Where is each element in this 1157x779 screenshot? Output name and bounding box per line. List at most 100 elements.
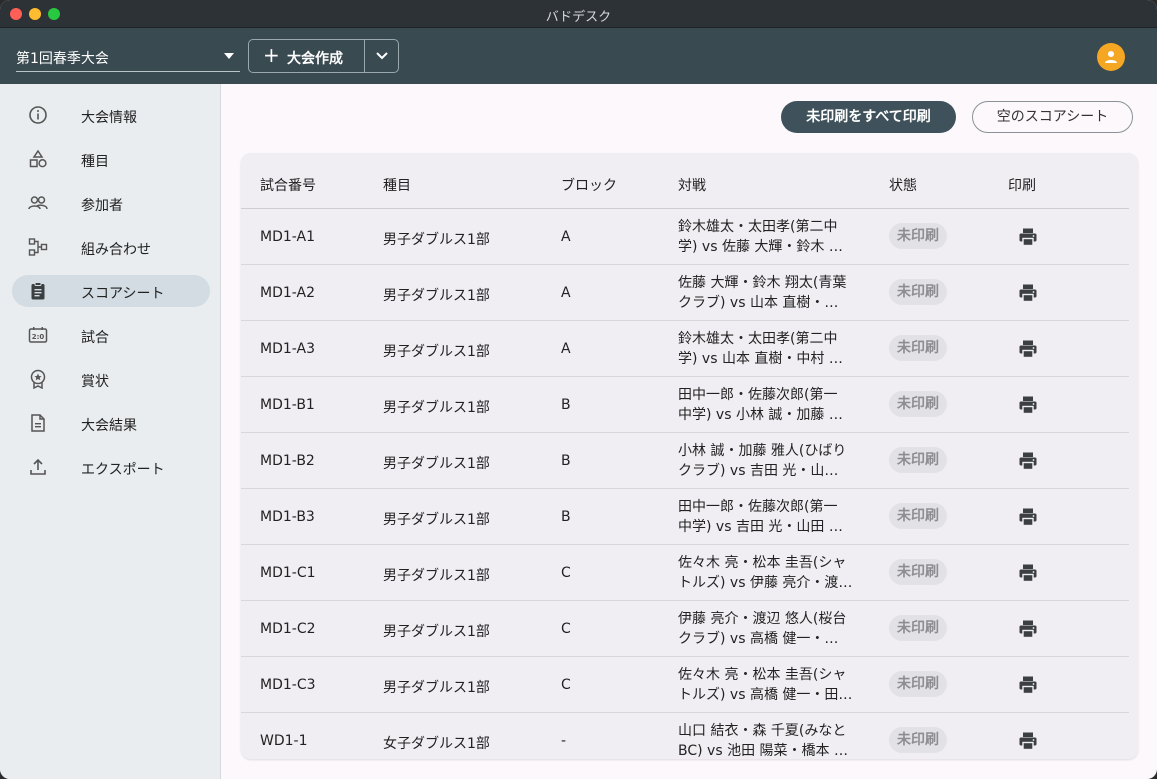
sidebar-item-label: 種目 bbox=[81, 154, 109, 170]
blank-score-sheet-button[interactable]: 空のスコアシート bbox=[972, 101, 1133, 133]
event-name: 男子ダブルス1部 bbox=[383, 344, 490, 360]
match-players-line: クラブ) vs 高橋 健一・… bbox=[678, 631, 839, 647]
shapes-icon bbox=[29, 149, 47, 168]
match-players: 田中一郎・佐藤次郎(第一 中学) vs 吉田 光・山田 … bbox=[678, 497, 868, 537]
table-row[interactable]: WD1-1 女子ダブルス1部 - 山口 結衣・森 千夏(みなと BC) vs 池田 陽菜… bbox=[241, 713, 1129, 759]
printer-icon bbox=[1017, 508, 1039, 532]
table-row[interactable]: MD1-C3 男子ダブルス1部 C 佐々木 亮・松本 圭吾(シャ トルズ) vs 高橋 … bbox=[241, 657, 1129, 713]
sidebar-item-tournament-info[interactable]: 大会情報 bbox=[12, 99, 210, 131]
tournament-select[interactable]: 第1回春季大会 bbox=[16, 42, 240, 72]
print-button[interactable] bbox=[1017, 618, 1039, 640]
match-players-line: 中学) vs 小林 誠・加藤 … bbox=[678, 407, 843, 423]
sidebar-item-awards[interactable]: 賞状 bbox=[12, 363, 210, 395]
sidebar-item-score-sheets[interactable]: スコアシート bbox=[12, 275, 210, 307]
printer-icon bbox=[1017, 340, 1039, 364]
match-players: 佐々木 亮・松本 圭吾(シャ トルズ) vs 伊藤 亮介・渡… bbox=[678, 553, 868, 593]
match-players-line: 学) vs 山本 直樹・中村 … bbox=[678, 351, 843, 367]
person-icon bbox=[1105, 51, 1117, 63]
match-players-line: 田中一郎・佐藤次郎(第一 bbox=[678, 499, 838, 515]
match-players-line: クラブ) vs 山本 直樹・… bbox=[678, 295, 839, 311]
printer-icon bbox=[1017, 452, 1039, 476]
scoreboard-icon: 2:0 bbox=[28, 327, 48, 343]
printer-icon bbox=[1017, 396, 1039, 420]
sidebar-item-label: 試合 bbox=[81, 330, 109, 346]
match-id: MD1-C1 bbox=[260, 565, 316, 581]
status-badge: 未印刷 bbox=[889, 279, 947, 305]
app-window: バドデスク 第1回春季大会 + 大会作成 大会情報 種目 参加者 組み合わせ ス… bbox=[0, 0, 1157, 779]
window-title: バドデスク bbox=[545, 10, 612, 25]
create-tournament-button[interactable]: + 大会作成 bbox=[249, 40, 364, 72]
chevron-down-icon bbox=[376, 52, 388, 60]
table-row[interactable]: MD1-A2 男子ダブルス1部 A 佐藤 大輝・鈴木 翔太(青葉 クラブ) vs 山本 … bbox=[241, 265, 1129, 321]
sidebar-item-events[interactable]: 種目 bbox=[12, 143, 210, 175]
event-name: 男子ダブルス1部 bbox=[383, 680, 490, 696]
table-row[interactable]: MD1-B3 男子ダブルス1部 B 田中一郎・佐藤次郎(第一 中学) vs 吉田 光・山… bbox=[241, 489, 1129, 545]
match-id: MD1-A1 bbox=[260, 229, 315, 245]
match-id: WD1-1 bbox=[260, 733, 308, 749]
print-button[interactable] bbox=[1017, 506, 1039, 528]
match-players-line: 山口 結衣・森 千夏(みなと bbox=[678, 723, 847, 739]
table-row[interactable]: MD1-C2 男子ダブルス1部 C 伊藤 亮介・渡辺 悠人(桜台 クラブ) vs 高橋 … bbox=[241, 601, 1129, 657]
match-players-line: 鈴木雄太・太田孝(第二中 bbox=[678, 331, 838, 347]
block-name: C bbox=[561, 565, 571, 581]
table-row[interactable]: MD1-A3 男子ダブルス1部 A 鈴木雄太・太田孝(第二中 学) vs 山本 直樹・中… bbox=[241, 321, 1129, 377]
event-name: 男子ダブルス1部 bbox=[383, 232, 490, 248]
column-header-status: 状態 bbox=[889, 178, 917, 194]
app-bar: 第1回春季大会 + 大会作成 bbox=[0, 28, 1157, 84]
sidebar-item-participants[interactable]: 参加者 bbox=[12, 187, 210, 219]
match-players-line: 小林 誠・加藤 雅人(ひばり bbox=[678, 443, 847, 459]
table-row[interactable]: MD1-B1 男子ダブルス1部 B 田中一郎・佐藤次郎(第一 中学) vs 小林 誠・加… bbox=[241, 377, 1129, 433]
column-header-block: ブロック bbox=[561, 178, 617, 194]
table-row[interactable]: MD1-B2 男子ダブルス1部 B 小林 誠・加藤 雅人(ひばり クラブ) vs 吉田 … bbox=[241, 433, 1129, 489]
status-badge: 未印刷 bbox=[889, 335, 947, 361]
event-name: 女子ダブルス1部 bbox=[383, 736, 490, 752]
match-players: 小林 誠・加藤 雅人(ひばり クラブ) vs 吉田 光・山… bbox=[678, 441, 868, 481]
status-badge: 未印刷 bbox=[889, 559, 947, 585]
match-players-line: トルズ) vs 伊藤 亮介・渡… bbox=[678, 575, 853, 591]
block-name: B bbox=[561, 453, 571, 469]
title-bar: バドデスク bbox=[0, 0, 1157, 28]
event-name: 男子ダブルス1部 bbox=[383, 624, 490, 640]
match-id: MD1-B2 bbox=[260, 453, 315, 469]
sidebar-item-results[interactable]: 大会結果 bbox=[12, 407, 210, 439]
table-row[interactable]: MD1-C1 男子ダブルス1部 C 佐々木 亮・松本 圭吾(シャ トルズ) vs 伊藤 … bbox=[241, 545, 1129, 601]
create-options-button[interactable] bbox=[365, 40, 399, 72]
match-players: 田中一郎・佐藤次郎(第一 中学) vs 小林 誠・加藤 … bbox=[678, 385, 868, 425]
match-players-line: BC) vs 池田 陽菜・橋本 … bbox=[678, 743, 848, 759]
sidebar-item-matches[interactable]: 2:0 試合 bbox=[12, 319, 210, 351]
print-button[interactable] bbox=[1017, 674, 1039, 696]
user-avatar-button[interactable] bbox=[1097, 43, 1125, 71]
sidebar-item-label: 賞状 bbox=[81, 374, 109, 390]
printer-icon bbox=[1017, 228, 1039, 252]
match-id: MD1-C3 bbox=[260, 677, 316, 693]
block-name: C bbox=[561, 621, 571, 637]
sidebar-item-label: 大会情報 bbox=[81, 110, 137, 126]
printer-icon bbox=[1017, 620, 1039, 644]
print-button[interactable] bbox=[1017, 338, 1039, 360]
table-row[interactable]: MD1-A1 男子ダブルス1部 A 鈴木雄太・太田孝(第二中 学) vs 佐藤 大輝・鈴… bbox=[241, 209, 1129, 265]
print-button[interactable] bbox=[1017, 282, 1039, 304]
match-players: 伊藤 亮介・渡辺 悠人(桜台 クラブ) vs 高橋 健一・… bbox=[678, 609, 868, 649]
sidebar-item-label: スコアシート bbox=[81, 286, 165, 302]
block-name: A bbox=[561, 285, 571, 301]
document-icon bbox=[31, 414, 45, 432]
match-players: 佐々木 亮・松本 圭吾(シャ トルズ) vs 高橋 健一・田… bbox=[678, 665, 868, 705]
print-button[interactable] bbox=[1017, 562, 1039, 584]
printer-icon bbox=[1017, 732, 1039, 756]
block-name: C bbox=[561, 677, 571, 693]
block-name: - bbox=[561, 733, 567, 749]
match-players-line: 学) vs 佐藤 大輝・鈴木 … bbox=[678, 239, 843, 255]
event-name: 男子ダブルス1部 bbox=[383, 512, 490, 528]
match-id: MD1-B1 bbox=[260, 397, 315, 413]
sidebar-item-export[interactable]: エクスポート bbox=[12, 451, 210, 483]
match-id: MD1-A2 bbox=[260, 285, 315, 301]
print-button[interactable] bbox=[1017, 450, 1039, 472]
print-button[interactable] bbox=[1017, 730, 1039, 752]
export-icon bbox=[30, 458, 46, 475]
sidebar-item-draw[interactable]: 組み合わせ bbox=[12, 231, 210, 263]
sidebar: 大会情報 種目 参加者 組み合わせ スコアシート 2:0 試合 賞状 大会結果 bbox=[0, 84, 221, 779]
status-badge: 未印刷 bbox=[889, 727, 947, 753]
print-button[interactable] bbox=[1017, 394, 1039, 416]
print-button[interactable] bbox=[1017, 226, 1039, 248]
print-all-unprinted-button[interactable]: 未印刷をすべて印刷 bbox=[781, 101, 956, 133]
